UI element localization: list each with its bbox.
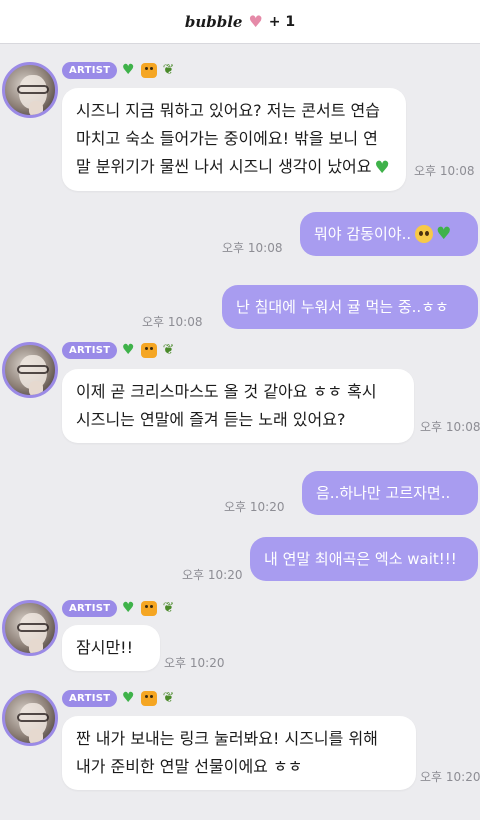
- badge-icons: ♥ ❦: [122, 599, 174, 617]
- message-line: 짠 내가 보내는 링크 눌러봐요! 시즈니를 위해: [76, 729, 378, 748]
- sprout-icon: ❦: [162, 342, 175, 358]
- message-time: 오후 10:08: [142, 315, 203, 329]
- green-heart-icon: ♥: [122, 690, 135, 706]
- artist-badge: ARTIST: [62, 62, 118, 79]
- green-heart-icon: ♥: [374, 157, 390, 178]
- my-message[interactable]: 내 연말 최애곡은 엑소 wait!!!: [250, 537, 478, 581]
- green-heart-icon: ♥: [122, 62, 135, 78]
- message-line: 내가 준비한 연말 선물이에요 ㅎㅎ: [76, 757, 303, 776]
- message-time: 오후 10:08: [222, 241, 283, 255]
- artist-message[interactable]: 짠 내가 보내는 링크 눌러봐요! 시즈니를 위해 내가 준비한 연말 선물이에…: [62, 716, 416, 790]
- my-message[interactable]: 음..하나만 고르자면..: [302, 471, 478, 515]
- message-line: 말 분위기가 물씬 나서 시즈니 생각이 났어요 ♥: [76, 153, 392, 182]
- sprout-icon: ❦: [162, 600, 175, 616]
- green-heart-icon: ♥: [436, 224, 452, 244]
- green-heart-icon: ♥: [122, 342, 135, 358]
- my-message[interactable]: 뭐야 감동이야.. ♥: [300, 212, 478, 256]
- member-count: + 1: [268, 13, 296, 30]
- message-time: 오후 10:20: [420, 770, 480, 784]
- pleading-face-icon: [415, 225, 434, 243]
- artist-message[interactable]: 잠시만!!: [62, 625, 160, 671]
- badge-icons: ♥ ❦: [122, 61, 174, 79]
- my-message[interactable]: 난 침대에 누워서 귤 먹는 중..ㅎㅎ: [222, 285, 478, 329]
- message-line: 잠시만!!: [76, 638, 133, 657]
- artist-message[interactable]: 시즈니 지금 뭐하고 있어요? 저는 콘서트 연습 마치고 숙소 들어가는 중이…: [62, 88, 406, 191]
- heart-icon: ♥: [248, 12, 263, 31]
- message-time: 오후 10:08: [414, 164, 475, 178]
- message-time: 오후 10:08: [420, 420, 480, 434]
- artist-badge: ARTIST: [62, 690, 118, 707]
- artist-badge: ARTIST: [62, 600, 118, 617]
- badge-icons: ♥ ❦: [122, 689, 174, 707]
- tiger-icon: [140, 690, 157, 706]
- artist-badge: ARTIST: [62, 342, 118, 359]
- app-brand: bubble: [184, 12, 243, 31]
- top-bar: bubble ♥ + 1: [0, 0, 480, 44]
- artist-avatar[interactable]: [2, 342, 58, 398]
- message-line: 마치고 숙소 들어가는 중이에요! 밖을 보니 연: [76, 129, 378, 148]
- artist-message[interactable]: 이제 곧 크리스마스도 올 것 같아요 ㅎㅎ 혹시 시즈니는 연말에 즐겨 듣는…: [62, 369, 414, 443]
- message-line: 이제 곧 크리스마스도 올 것 같아요 ㅎㅎ 혹시: [76, 382, 377, 401]
- artist-avatar[interactable]: [2, 62, 58, 118]
- tiger-icon: [140, 600, 157, 616]
- badge-icons: ♥ ❦: [122, 341, 174, 359]
- message-time: 오후 10:20: [224, 500, 285, 514]
- sprout-icon: ❦: [162, 62, 175, 78]
- green-heart-icon: ♥: [122, 600, 135, 616]
- artist-avatar[interactable]: [2, 690, 58, 746]
- artist-avatar[interactable]: [2, 600, 58, 656]
- message-line: 시즈니는 연말에 즐겨 듣는 노래 있어요?: [76, 410, 346, 429]
- message-time: 오후 10:20: [182, 568, 243, 582]
- message-line: 시즈니 지금 뭐하고 있어요? 저는 콘서트 연습: [76, 101, 380, 120]
- message-time: 오후 10:20: [164, 656, 225, 670]
- tiger-icon: [140, 62, 157, 78]
- sprout-icon: ❦: [162, 690, 175, 706]
- tiger-icon: [140, 342, 157, 358]
